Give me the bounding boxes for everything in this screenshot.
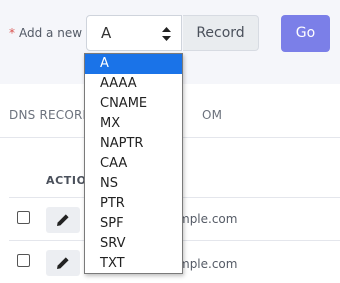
- pencil-icon: [57, 214, 69, 226]
- add-record-label: * Add a new: [9, 26, 82, 40]
- row-2-name: mple.com: [178, 257, 238, 271]
- row-2-checkbox[interactable]: [17, 254, 30, 267]
- record-type-dropdown: A AAAA CNAME MX NAPTR CAA NS PTR SPF SRV…: [84, 53, 183, 274]
- dropdown-option[interactable]: MX: [85, 114, 182, 134]
- dropdown-option[interactable]: NAPTR: [85, 134, 182, 154]
- action-column-header: ACTIO: [46, 174, 87, 187]
- dns-records-heading-left: DNS RECORD: [9, 108, 92, 122]
- add-a-new-text: Add a new: [19, 26, 83, 40]
- dropdown-option[interactable]: CNAME: [85, 94, 182, 114]
- record-type-value: A: [101, 24, 112, 42]
- dns-records-heading-right: OM: [201, 108, 223, 122]
- go-button[interactable]: Go: [281, 15, 330, 52]
- dropdown-option[interactable]: NS: [85, 174, 182, 194]
- dropdown-option[interactable]: CAA: [85, 154, 182, 174]
- dropdown-option[interactable]: TXT: [85, 254, 182, 274]
- dropdown-option[interactable]: SRV: [85, 234, 182, 254]
- row-1-edit-button[interactable]: [46, 207, 80, 233]
- row-1-checkbox[interactable]: [17, 211, 30, 224]
- pencil-icon: [57, 257, 69, 269]
- required-mark: *: [9, 26, 15, 40]
- row-2-edit-button[interactable]: [46, 250, 80, 276]
- row-1-name: mple.com: [178, 212, 238, 226]
- record-type-select[interactable]: A: [86, 15, 182, 51]
- dropdown-option[interactable]: A: [85, 54, 182, 74]
- record-addon-label: Record: [183, 15, 259, 51]
- dropdown-option[interactable]: SPF: [85, 214, 182, 234]
- dropdown-option[interactable]: PTR: [85, 194, 182, 214]
- sort-arrows-icon: [162, 27, 171, 41]
- dropdown-option[interactable]: AAAA: [85, 74, 182, 94]
